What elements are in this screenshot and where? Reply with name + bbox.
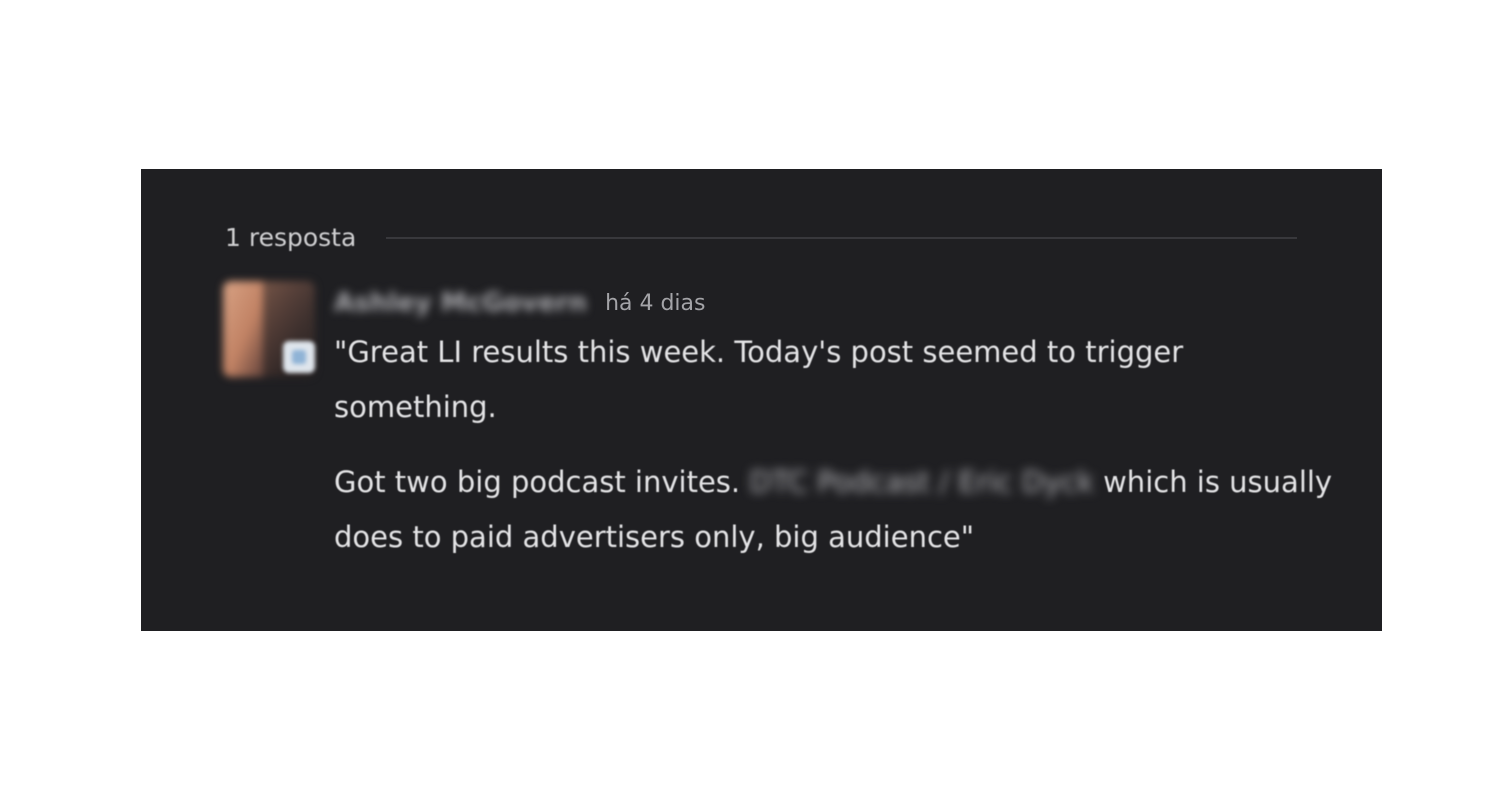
redacted-text: DTC Podcast / Eric Dyck [749,465,1094,499]
divider-line [386,237,1297,239]
status-badge-icon [283,341,315,373]
reply-message: Ashley McGovern há 4 dias "Great LI resu… [334,281,1334,565]
reply-count-label[interactable]: 1 resposta [225,223,356,252]
message-timestamp[interactable]: há 4 dias [605,291,705,316]
thread-panel: 1 resposta Ashley McGovern há 4 dias "Gr… [141,169,1382,631]
message-paragraph-2: Got two big podcast invites. DTC Podcast… [334,455,1334,565]
message-paragraph-1: "Great LI results this week. Today's pos… [334,335,1184,424]
author-name[interactable]: Ashley McGovern [334,288,587,318]
message-text: Got two big podcast invites. [334,465,750,499]
message-header: Ashley McGovern há 4 dias [334,281,1334,325]
replies-divider: 1 resposta [225,217,1297,257]
